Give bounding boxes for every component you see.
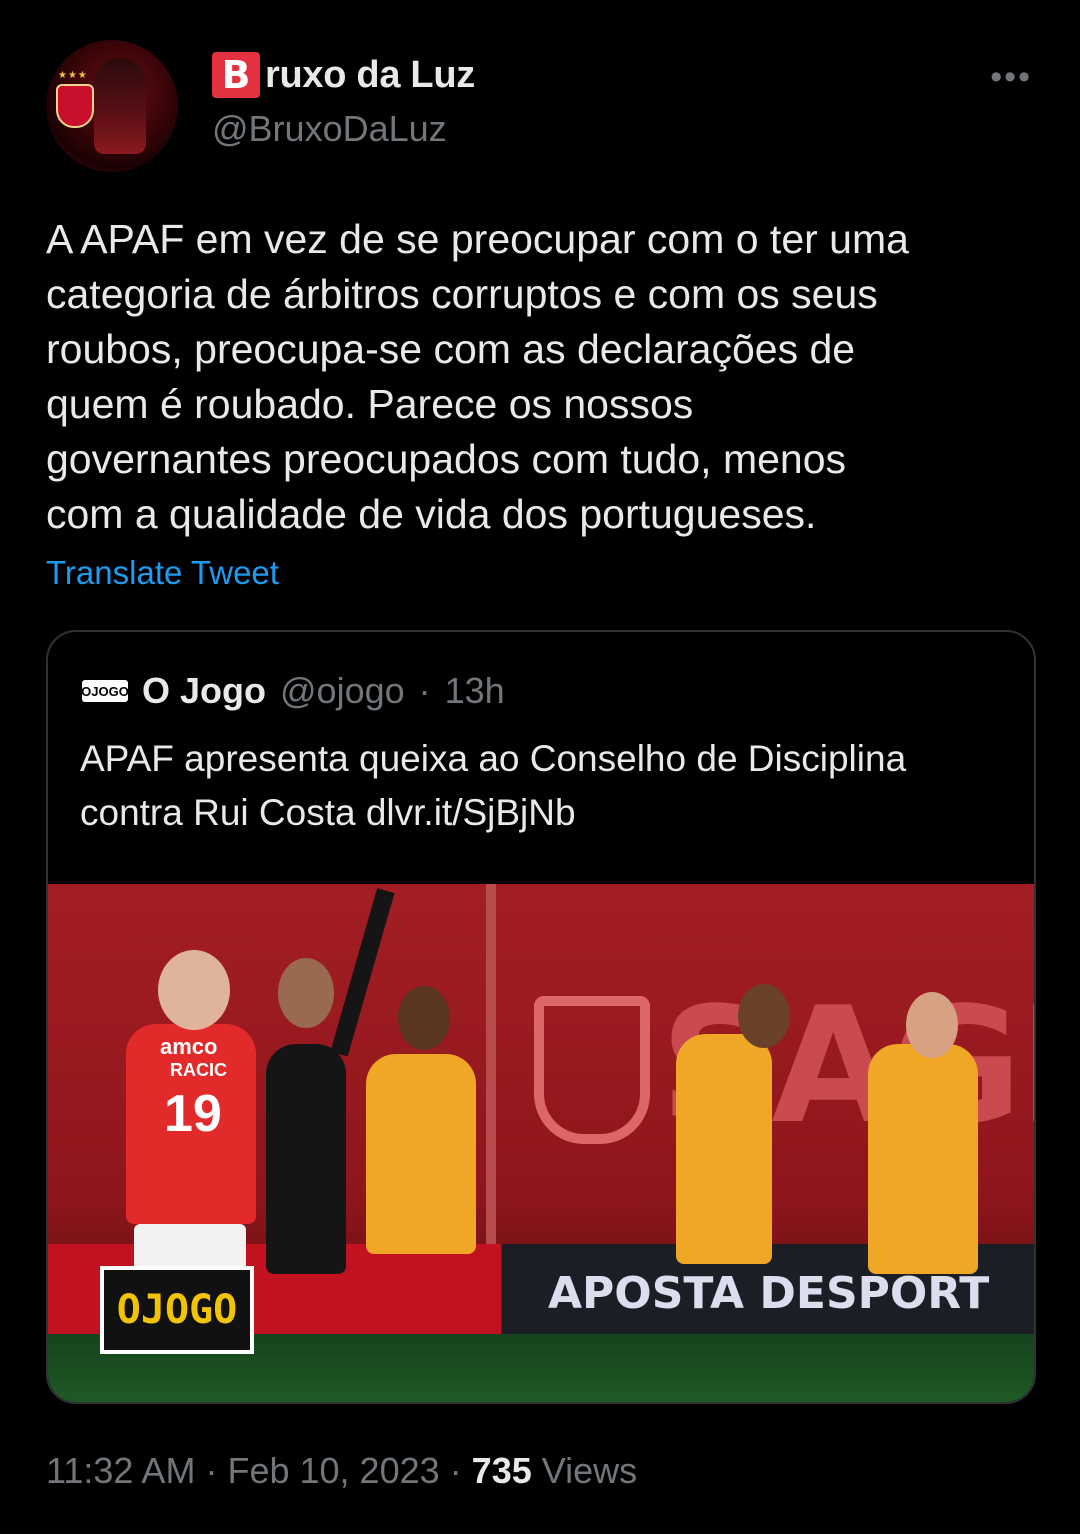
author-name-row[interactable]: B ruxo da Luz bbox=[212, 52, 475, 98]
player-sponsor: amco bbox=[160, 1034, 218, 1059]
player-yellow-1 bbox=[366, 1054, 476, 1254]
stadium-pole bbox=[486, 884, 496, 1244]
player-yellow-1-head bbox=[398, 986, 450, 1050]
quoted-separator: · bbox=[418, 670, 431, 711]
benfica-crest-icon bbox=[56, 84, 94, 128]
translate-tweet-link[interactable]: Translate Tweet bbox=[46, 554, 279, 592]
player-yellow-2-head bbox=[738, 984, 790, 1048]
ojogo-logo-icon: OJOGO bbox=[81, 680, 129, 702]
quoted-tweet-header: OJOGO O Jogo @ojogo · 13h bbox=[81, 670, 505, 712]
ojogo-watermark: OJOGO bbox=[100, 1266, 254, 1354]
referee bbox=[266, 1044, 346, 1274]
more-options-icon[interactable]: ••• bbox=[990, 58, 1032, 97]
player-yellow-3 bbox=[868, 1044, 978, 1274]
quoted-tweet-text: APAF apresenta queixa ao Conselho de Dis… bbox=[80, 738, 907, 833]
wall-crest-icon bbox=[534, 996, 650, 1144]
player-number: 19 bbox=[164, 1085, 222, 1143]
display-name-badge: B bbox=[212, 52, 260, 98]
author-avatar[interactable]: ★★★ bbox=[46, 40, 178, 172]
views-label: Views bbox=[541, 1450, 638, 1491]
avatar-figure bbox=[94, 58, 146, 154]
quoted-display-name: O Jogo bbox=[142, 670, 266, 711]
player-yellow-2 bbox=[676, 1034, 772, 1264]
views-count: 735 bbox=[471, 1450, 532, 1491]
meta-separator: · bbox=[449, 1450, 462, 1491]
author-handle[interactable]: @BruxoDaLuz bbox=[212, 108, 447, 150]
tweet-time[interactable]: 11:32 AM bbox=[46, 1450, 195, 1491]
quoted-tweet-card[interactable]: OJOGO O Jogo @ojogo · 13h APAF apresenta… bbox=[46, 630, 1036, 1404]
tweet-text: A APAF em vez de se preocupar com o ter … bbox=[46, 216, 909, 537]
tweet-meta: 11:32 AM · Feb 10, 2023 · 735 Views bbox=[46, 1450, 637, 1492]
player-name: RACIC bbox=[170, 1060, 227, 1080]
referee-head bbox=[278, 958, 334, 1028]
quoted-handle: @ojogo bbox=[280, 670, 405, 711]
referee-arm bbox=[330, 888, 395, 1057]
meta-separator: · bbox=[205, 1450, 218, 1491]
quoted-tweet-image[interactable]: SAGRE APOSTA DESPORT amco RACIC 19 OJOGO bbox=[48, 884, 1034, 1402]
display-name[interactable]: ruxo da Luz bbox=[265, 54, 475, 97]
player-yellow-3-head bbox=[906, 992, 958, 1058]
quoted-timestamp: 13h bbox=[444, 670, 505, 711]
tweet-date[interactable]: Feb 10, 2023 bbox=[227, 1450, 439, 1491]
player-red-head bbox=[158, 950, 230, 1030]
avatar-stars-icon: ★★★ bbox=[58, 70, 88, 81]
board-sponsor-text: APOSTA DESPORT bbox=[548, 1268, 990, 1319]
